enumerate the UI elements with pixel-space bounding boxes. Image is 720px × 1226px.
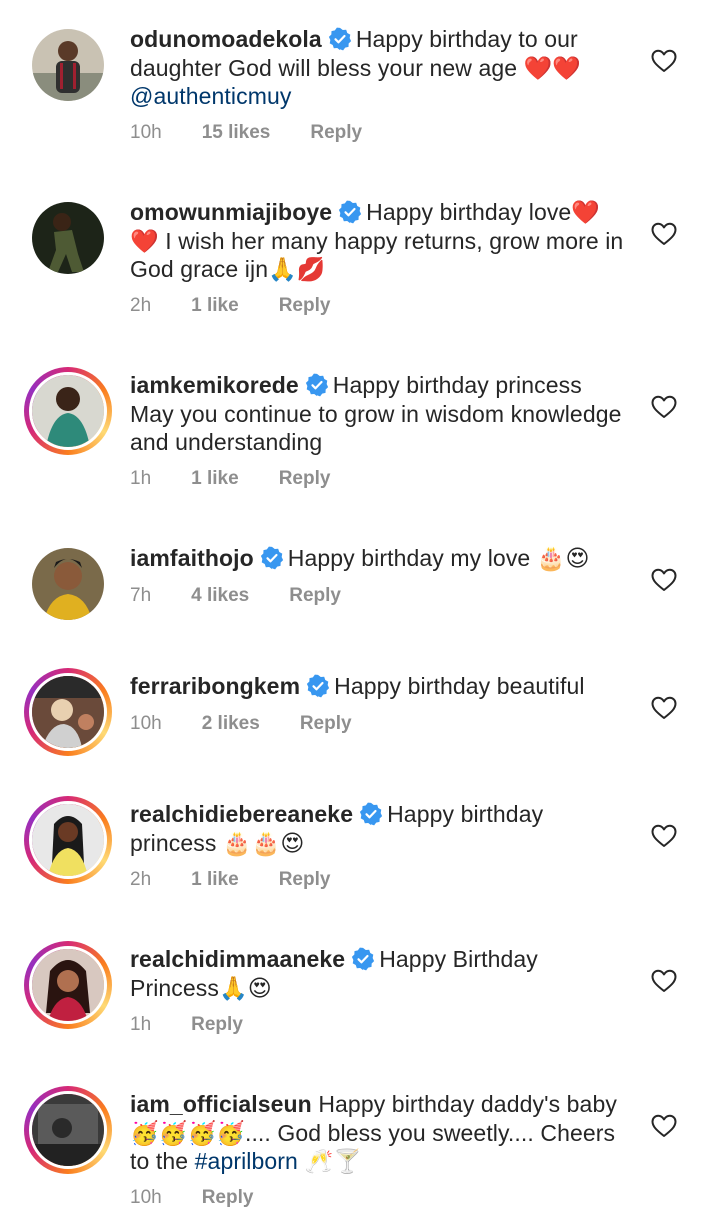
- avatar[interactable]: [32, 29, 104, 101]
- comment-meta: 1h 1 like Reply: [130, 468, 370, 490]
- comment-meta: 10h Reply: [130, 1187, 293, 1209]
- verified-badge-icon: [338, 200, 362, 224]
- reply-button[interactable]: Reply: [191, 1014, 243, 1036]
- verified-badge-icon: [305, 373, 329, 397]
- timestamp: 2h: [130, 869, 152, 890]
- comment-meta: 10h 2 likes Reply: [130, 713, 392, 735]
- avatar-story-ring[interactable]: [24, 367, 112, 455]
- comment-meta: 2h 1 like Reply: [130, 869, 370, 891]
- likes-count[interactable]: 1 like: [191, 295, 239, 317]
- username[interactable]: iamfaithojo: [130, 545, 254, 571]
- heart-outline-icon[interactable]: [651, 1114, 677, 1138]
- timestamp: 7h: [130, 585, 152, 606]
- reply-button[interactable]: Reply: [310, 122, 362, 144]
- comment-body: Happy birthday my love 🎂😍: [287, 545, 590, 571]
- timestamp: 1h: [130, 468, 152, 489]
- hashtag-link[interactable]: #aprilborn: [195, 1148, 298, 1174]
- heart-outline-icon[interactable]: [651, 696, 677, 720]
- comment-text: omowunmiajiboye Happy birthday love❤️ ❤️ …: [130, 198, 630, 284]
- username[interactable]: odunomoadekola: [130, 26, 322, 52]
- avatar: [29, 372, 107, 450]
- comment-text: iamfaithojo Happy birthday my love 🎂😍: [130, 544, 630, 573]
- avatar: [29, 946, 107, 1024]
- username[interactable]: ferraribongkem: [130, 673, 300, 699]
- timestamp: 10h: [130, 122, 162, 143]
- comment-meta: 7h 4 likes Reply: [130, 585, 381, 607]
- likes-count[interactable]: 2 likes: [202, 713, 260, 735]
- reply-button[interactable]: Reply: [300, 713, 352, 735]
- heart-outline-icon[interactable]: [651, 824, 677, 848]
- timestamp: 10h: [130, 1187, 162, 1208]
- verified-badge-icon: [351, 947, 375, 971]
- avatar-story-ring[interactable]: [24, 1086, 112, 1174]
- avatar: [29, 801, 107, 879]
- reply-button[interactable]: Reply: [202, 1187, 254, 1209]
- comment-meta: 10h 15 likes Reply: [130, 122, 402, 144]
- comment-text: ferraribongkem Happy birthday beautiful: [130, 672, 630, 701]
- mention-link[interactable]: @authenticmuy: [130, 83, 291, 109]
- comment-text: odunomoadekola Happy birthday to our daug…: [130, 25, 630, 111]
- heart-outline-icon[interactable]: [651, 568, 677, 592]
- comment-text: realchidiebereaneke Happy birthday prince…: [130, 800, 630, 857]
- username[interactable]: iamkemikorede: [130, 372, 299, 398]
- comment-body: Happy birthday beautiful: [334, 673, 585, 699]
- comment-meta: 1h Reply: [130, 1014, 283, 1036]
- avatar: [29, 673, 107, 751]
- reply-button[interactable]: Reply: [279, 468, 331, 490]
- comment-body-end: 🥂🍸: [304, 1148, 362, 1174]
- avatar[interactable]: [32, 202, 104, 274]
- avatar-story-ring[interactable]: [24, 941, 112, 1029]
- likes-count[interactable]: 4 likes: [191, 585, 249, 607]
- reply-button[interactable]: Reply: [279, 869, 331, 891]
- likes-count[interactable]: 15 likes: [202, 122, 271, 144]
- username[interactable]: iam_officialseun: [130, 1091, 312, 1117]
- username[interactable]: realchidimmaaneke: [130, 946, 345, 972]
- avatar-story-ring[interactable]: [24, 668, 112, 756]
- timestamp: 2h: [130, 295, 152, 316]
- timestamp: 10h: [130, 713, 162, 734]
- avatar-story-ring[interactable]: [24, 796, 112, 884]
- heart-outline-icon[interactable]: [651, 49, 677, 73]
- likes-count[interactable]: 1 like: [191, 869, 239, 891]
- comment-text: iamkemikorede Happy birthday princess May…: [130, 371, 630, 457]
- comment-text: realchidimmaaneke Happy Birthday Princess…: [130, 945, 630, 1002]
- username[interactable]: realchidiebereaneke: [130, 801, 353, 827]
- heart-outline-icon[interactable]: [651, 969, 677, 993]
- verified-badge-icon: [328, 27, 352, 51]
- heart-outline-icon[interactable]: [651, 222, 677, 246]
- reply-button[interactable]: Reply: [289, 585, 341, 607]
- heart-outline-icon[interactable]: [651, 395, 677, 419]
- avatar: [29, 1091, 107, 1169]
- verified-badge-icon: [306, 674, 330, 698]
- username[interactable]: omowunmiajiboye: [130, 199, 332, 225]
- reply-button[interactable]: Reply: [279, 295, 331, 317]
- timestamp: 1h: [130, 1014, 152, 1035]
- comment-text: iam_officialseun Happy birthday daddy's …: [130, 1090, 630, 1176]
- avatar[interactable]: [32, 548, 104, 620]
- likes-count[interactable]: 1 like: [191, 468, 239, 490]
- comment-meta: 2h 1 like Reply: [130, 295, 370, 317]
- verified-badge-icon: [260, 546, 284, 570]
- verified-badge-icon: [359, 802, 383, 826]
